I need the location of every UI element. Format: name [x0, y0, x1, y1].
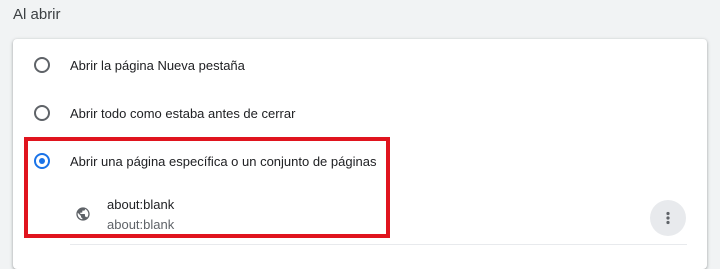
startup-options-card: Abrir la página Nueva pestaña Abrir todo… [13, 39, 707, 269]
radio-new-tab[interactable] [34, 57, 50, 73]
divider [70, 244, 687, 245]
page-entry-title: about:blank [107, 197, 175, 212]
more-vert-icon [666, 211, 670, 225]
radio-specific-pages[interactable] [34, 153, 50, 169]
startup-page-entry: about:blank about:blank [13, 189, 707, 241]
more-actions-button[interactable] [650, 200, 686, 236]
radio-continue[interactable] [34, 105, 50, 121]
option-continue-label: Abrir todo como estaba antes de cerrar [70, 105, 296, 121]
option-new-tab[interactable]: Abrir la página Nueva pestaña [13, 41, 707, 89]
page-entry-url: about:blank [107, 217, 175, 232]
option-specific-pages[interactable]: Abrir una página específica o un conjunt… [13, 137, 707, 185]
section-title: Al abrir [13, 6, 61, 23]
option-new-tab-label: Abrir la página Nueva pestaña [70, 57, 245, 73]
option-continue[interactable]: Abrir todo como estaba antes de cerrar [13, 89, 707, 137]
option-specific-pages-label: Abrir una página específica o un conjunt… [70, 153, 377, 169]
globe-icon [75, 206, 91, 222]
